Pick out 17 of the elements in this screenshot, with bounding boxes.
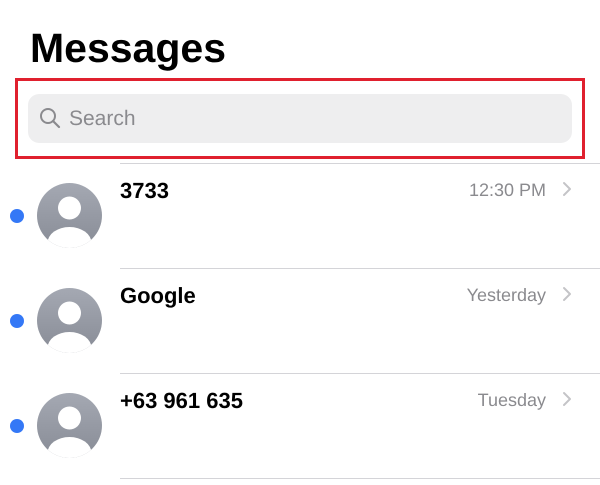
message-time: 12:30 PM — [468, 179, 546, 202]
chevron-icon — [562, 286, 572, 302]
message-time: Yesterday — [466, 284, 546, 307]
avatar-icon — [37, 288, 102, 353]
chevron-icon — [562, 181, 572, 197]
conversation-row[interactable]: Google Yesterday — [0, 268, 600, 373]
contact-name: +63 961 635 — [120, 387, 244, 415]
chevron-icon — [562, 391, 572, 407]
contact-name: 3733 — [120, 177, 170, 205]
page-title: Messages — [30, 24, 228, 73]
conversation-row[interactable]: +63 961 635 Tuesday — [0, 373, 600, 478]
search-field[interactable]: Search — [28, 94, 572, 143]
avatar-icon — [37, 183, 102, 248]
conversation-row[interactable]: 3733 12:30 PM — [0, 163, 600, 268]
contact-name: Google — [120, 282, 197, 310]
avatar-icon — [37, 393, 102, 458]
message-time: Tuesday — [478, 389, 546, 412]
